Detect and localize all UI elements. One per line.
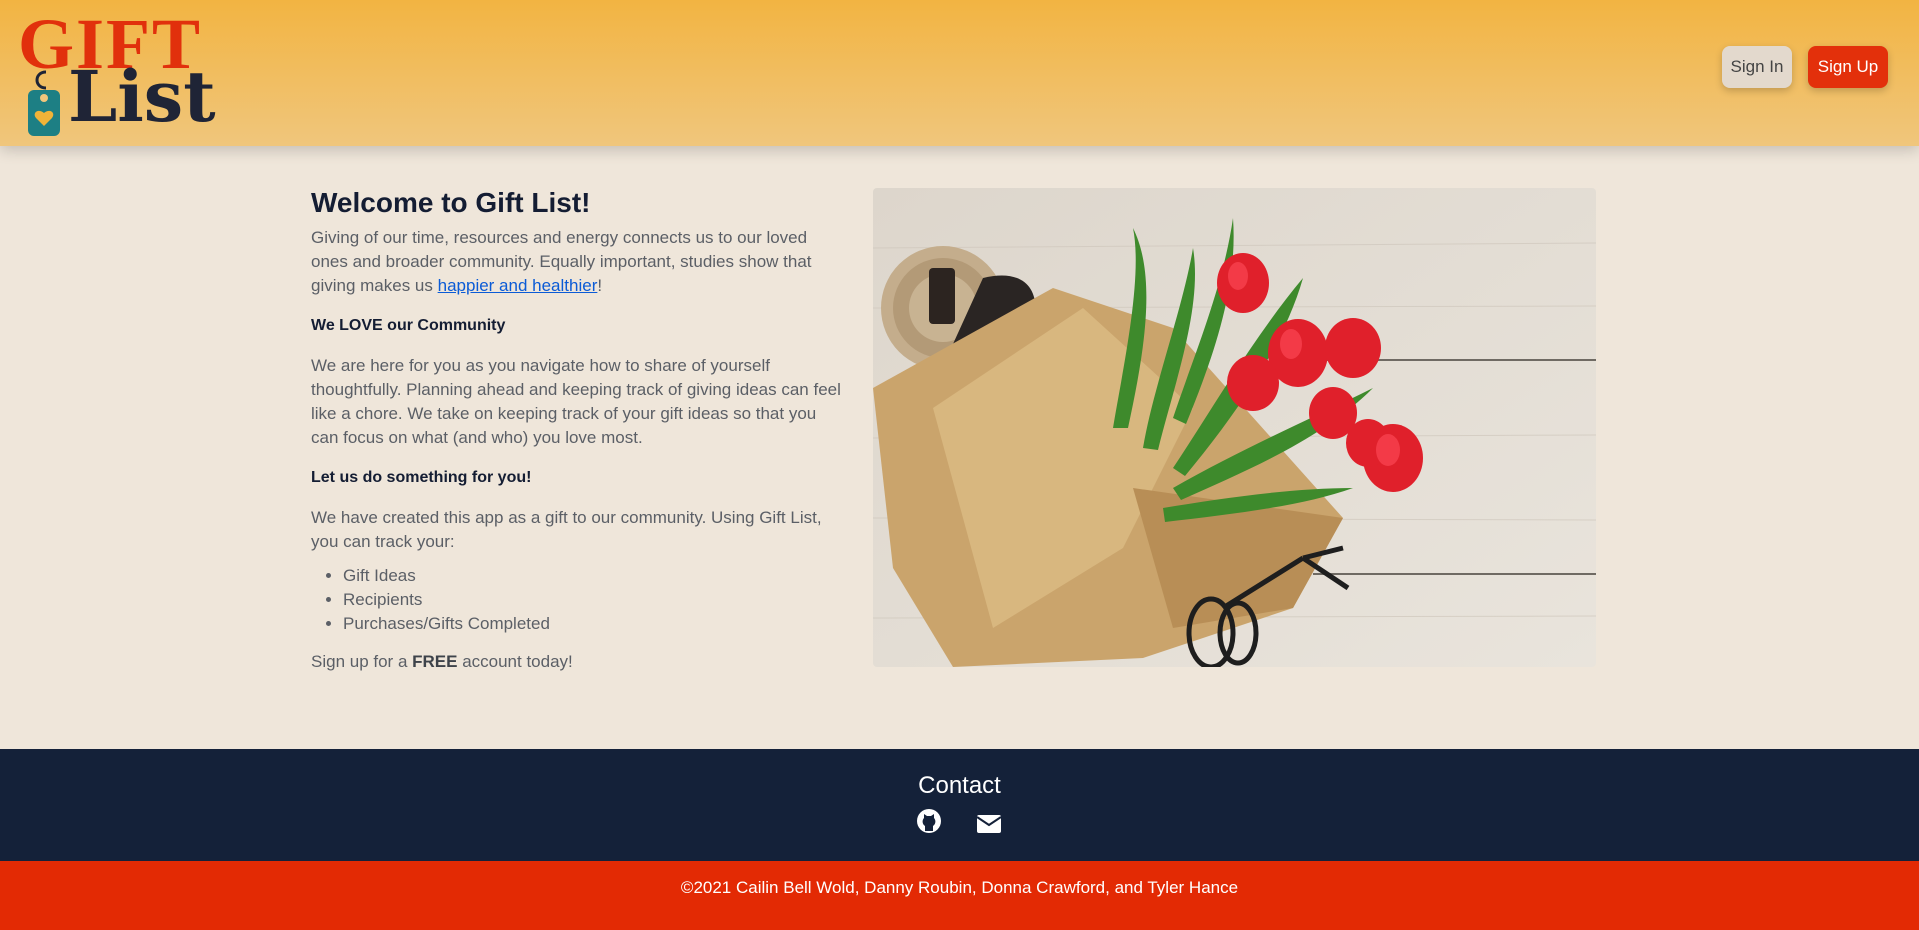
signup-prefix: Sign up for a [311, 652, 413, 671]
gift-list-logo[interactable]: GIFT List [18, 8, 216, 136]
list-item: Recipients [343, 588, 841, 612]
envelope-icon[interactable] [976, 814, 1003, 834]
community-paragraph: We are here for you as you navigate how … [311, 356, 841, 447]
intro-paragraph: Giving of our time, resources and energy… [311, 226, 841, 298]
copyright-bar: ©2021 Cailin Bell Wold, Danny Roubin, Do… [0, 861, 1919, 930]
site-header: GIFT List Sign In Sign Up [0, 0, 1919, 146]
happier-healthier-link[interactable]: happier and healthier [438, 276, 598, 295]
sign-up-button[interactable]: Sign Up [1808, 46, 1888, 88]
contact-icons [916, 808, 1003, 839]
signup-free: FREE [412, 652, 458, 671]
contact-title: Contact [918, 772, 1001, 799]
list-item: Gift Ideas [343, 564, 841, 588]
track-list: Gift Ideas Recipients Purchases/Gifts Co… [311, 564, 841, 636]
gift-tag-icon [28, 70, 60, 136]
page-title: Welcome to Gift List! [311, 187, 591, 218]
logo-list-text: List [68, 55, 216, 138]
contact-footer: Contact [0, 749, 1919, 861]
tulip-bouquet-image [873, 188, 1596, 667]
help-heading: Let us do something for you! [311, 469, 532, 486]
intro-end: ! [597, 276, 603, 295]
copyright-text: ©2021 Cailin Bell Wold, Danny Roubin, Do… [680, 878, 1239, 897]
welcome-section: Welcome to Gift List! Giving of our time… [311, 186, 841, 690]
signup-suffix: account today! [457, 652, 573, 671]
list-item: Purchases/Gifts Completed [343, 612, 841, 636]
signup-cta: Sign up for a FREE account today! [311, 650, 841, 674]
github-icon[interactable] [916, 808, 942, 834]
app-paragraph: We have created this app as a gift to ou… [311, 508, 822, 551]
community-heading: We LOVE our Community [311, 317, 506, 334]
sign-in-button[interactable]: Sign In [1722, 46, 1792, 88]
